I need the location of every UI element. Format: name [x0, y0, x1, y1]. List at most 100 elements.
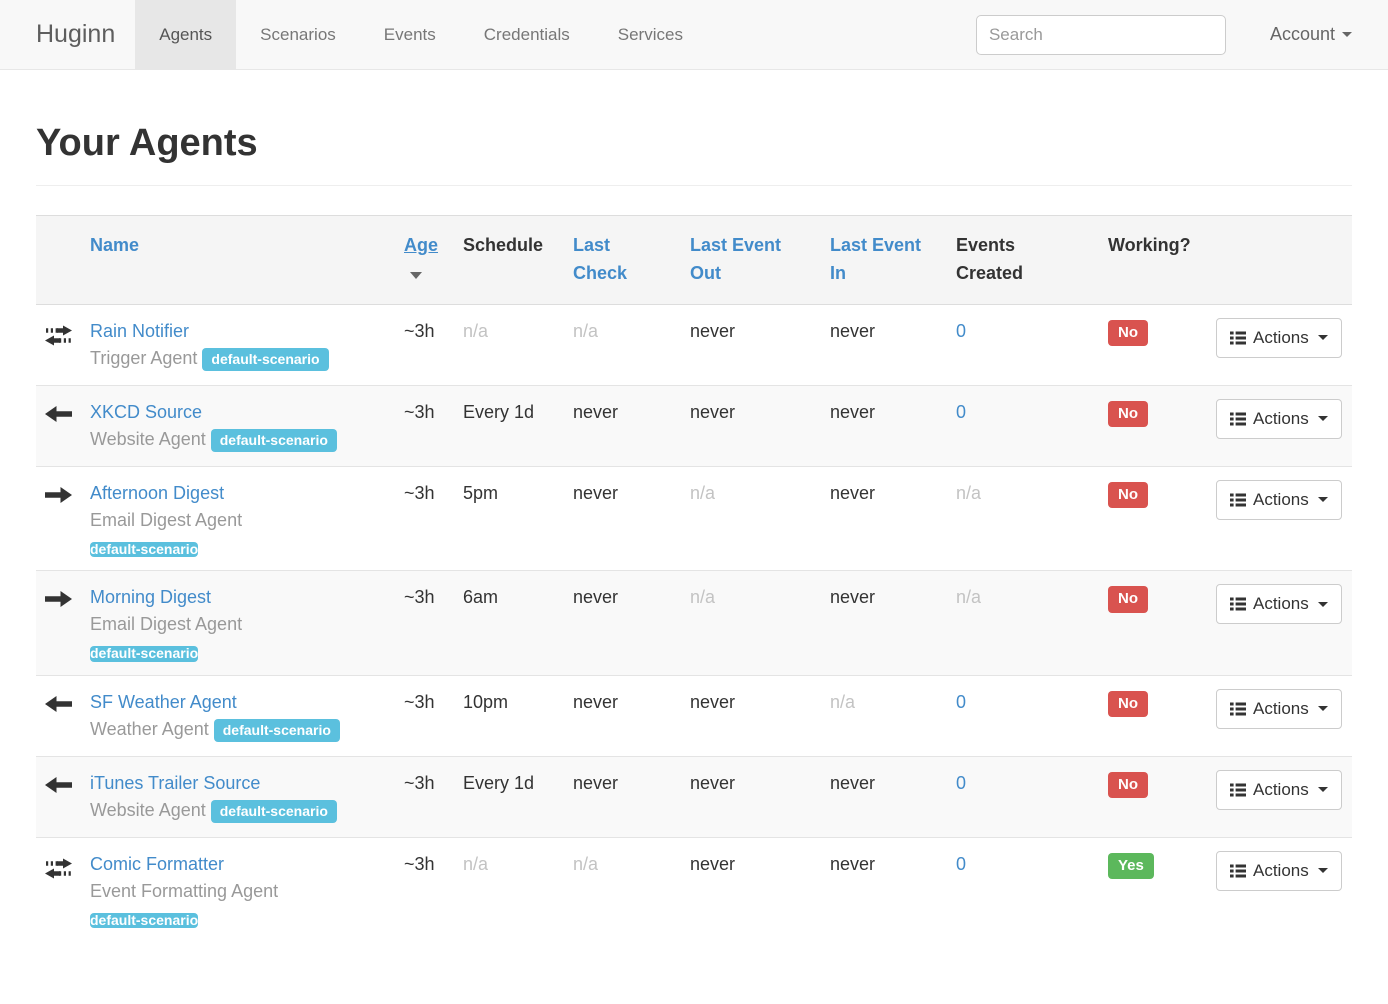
table-row: Comic Formatter Event Formatting Agent de… — [36, 837, 1352, 941]
actions-dropdown-button[interactable]: Actions — [1216, 399, 1342, 439]
header-last-event-in[interactable]: Last Event In — [830, 216, 956, 305]
header-last-check[interactable]: Last Check — [573, 216, 690, 305]
last-event-out-cell: n/a — [690, 571, 830, 675]
header-name[interactable]: Name — [90, 216, 404, 305]
actions-dropdown-button[interactable]: Actions — [1216, 851, 1342, 891]
events-created-link: n/a — [956, 483, 981, 503]
list-icon — [1230, 783, 1246, 797]
arrow-left-icon — [45, 696, 82, 712]
agents-table: Name Age Schedule Last Check Last Event … — [36, 215, 1352, 941]
arrow-left-icon — [45, 406, 82, 422]
agents-table-body: Rain Notifier Trigger Agentdefault-scena… — [36, 304, 1352, 941]
working-cell: No — [1108, 571, 1216, 675]
chevron-down-icon — [1318, 497, 1328, 502]
scenario-badge[interactable]: default-scenario — [211, 800, 337, 823]
events-created-cell: n/a — [956, 571, 1108, 675]
agent-name-link[interactable]: Morning Digest — [90, 587, 211, 607]
scenario-badge[interactable]: default-scenario — [214, 719, 340, 742]
arrow-left-icon — [45, 777, 82, 793]
table-row: Morning Digest Email Digest Agent default… — [36, 571, 1352, 675]
actions-dropdown-button[interactable]: Actions — [1216, 689, 1342, 729]
actions-dropdown-button[interactable]: Actions — [1216, 770, 1342, 810]
scenario-badge[interactable]: default-scenario — [90, 646, 198, 661]
working-status-badge: No — [1108, 586, 1148, 613]
agent-flow-cell — [36, 571, 90, 675]
actions-label: Actions — [1253, 409, 1309, 429]
last-check-cell: never — [573, 466, 690, 570]
last-check-cell: never — [573, 571, 690, 675]
last-check-cell: never — [573, 675, 690, 756]
agent-name-cell: Afternoon Digest Email Digest Agent defau… — [90, 466, 404, 570]
nav-item-events[interactable]: Events — [360, 0, 460, 69]
agent-name-cell: SF Weather Agent Weather Agentdefault-sc… — [90, 675, 404, 756]
agent-name-link[interactable]: Rain Notifier — [90, 321, 189, 341]
actions-cell: Actions — [1216, 304, 1352, 385]
agent-type-label: Email Digest Agent — [90, 614, 242, 634]
events-created-link[interactable]: 0 — [956, 402, 966, 422]
list-icon — [1230, 702, 1246, 716]
last-event-in-cell: n/a — [830, 675, 956, 756]
scenario-badge[interactable]: default-scenario — [211, 429, 337, 452]
events-created-link[interactable]: 0 — [956, 692, 966, 712]
events-created-link[interactable]: 0 — [956, 773, 966, 793]
last-check-cell: never — [573, 385, 690, 466]
chevron-down-icon — [1318, 868, 1328, 873]
scenario-badge[interactable]: default-scenario — [90, 913, 198, 928]
list-icon — [1230, 493, 1246, 507]
agent-flow-cell — [36, 756, 90, 837]
agent-type-label: Event Formatting Agent — [90, 881, 278, 901]
actions-dropdown-button[interactable]: Actions — [1216, 480, 1342, 520]
scenario-badge[interactable]: default-scenario — [90, 542, 198, 557]
nav-item-scenarios[interactable]: Scenarios — [236, 0, 360, 69]
agent-type-label: Email Digest Agent — [90, 510, 242, 530]
brand-logo[interactable]: Huginn — [36, 0, 115, 69]
nav-item-agents[interactable]: Agents — [135, 0, 236, 69]
actions-label: Actions — [1253, 490, 1309, 510]
header-last-event-out[interactable]: Last Event Out — [690, 216, 830, 305]
account-dropdown[interactable]: Account — [1270, 24, 1352, 45]
events-created-cell: 0 — [956, 304, 1108, 385]
agent-name-link[interactable]: iTunes Trailer Source — [90, 773, 260, 793]
scenario-badge[interactable]: default-scenario — [202, 348, 328, 371]
actions-cell: Actions — [1216, 756, 1352, 837]
last-event-out-cell: never — [690, 385, 830, 466]
agent-type-line: Website Agentdefault-scenario — [90, 797, 396, 824]
agent-flow-cell — [36, 385, 90, 466]
events-created-link[interactable]: 0 — [956, 321, 966, 341]
nav-item-credentials[interactable]: Credentials — [460, 0, 594, 69]
agent-name-link[interactable]: Afternoon Digest — [90, 483, 224, 503]
agent-name-link[interactable]: Comic Formatter — [90, 854, 224, 874]
chevron-down-icon — [1318, 416, 1328, 421]
header-age-label: Age — [404, 235, 438, 255]
search-input[interactable] — [976, 15, 1226, 55]
last-event-out-cell: never — [690, 304, 830, 385]
arrow-right-icon — [45, 487, 82, 503]
agent-name-link[interactable]: XKCD Source — [90, 402, 202, 422]
schedule-cell: 10pm — [463, 675, 573, 756]
chevron-down-icon — [1318, 706, 1328, 711]
schedule-cell: n/a — [463, 837, 573, 941]
actions-dropdown-button[interactable]: Actions — [1216, 318, 1342, 358]
age-cell: ~3h — [404, 385, 463, 466]
agent-name-cell: Morning Digest Email Digest Agent default… — [90, 571, 404, 675]
schedule-cell: 6am — [463, 571, 573, 675]
events-created-link[interactable]: 0 — [956, 854, 966, 874]
list-icon — [1230, 864, 1246, 878]
actions-dropdown-button[interactable]: Actions — [1216, 584, 1342, 624]
events-created-cell: 0 — [956, 675, 1108, 756]
working-cell: No — [1108, 304, 1216, 385]
last-event-out-cell: n/a — [690, 466, 830, 570]
nav-item-services[interactable]: Services — [594, 0, 707, 69]
events-created-cell: 0 — [956, 385, 1108, 466]
actions-label: Actions — [1253, 699, 1309, 719]
last-event-in-cell: never — [830, 837, 956, 941]
table-row: XKCD Source Website Agentdefault-scenari… — [36, 385, 1352, 466]
header-age[interactable]: Age — [404, 216, 463, 305]
working-cell: Yes — [1108, 837, 1216, 941]
exchange-icon — [45, 858, 82, 879]
actions-label: Actions — [1253, 328, 1309, 348]
agent-type-line: Weather Agentdefault-scenario — [90, 716, 396, 743]
last-event-in-cell: never — [830, 385, 956, 466]
chevron-down-icon — [1342, 32, 1352, 37]
agent-name-link[interactable]: SF Weather Agent — [90, 692, 237, 712]
